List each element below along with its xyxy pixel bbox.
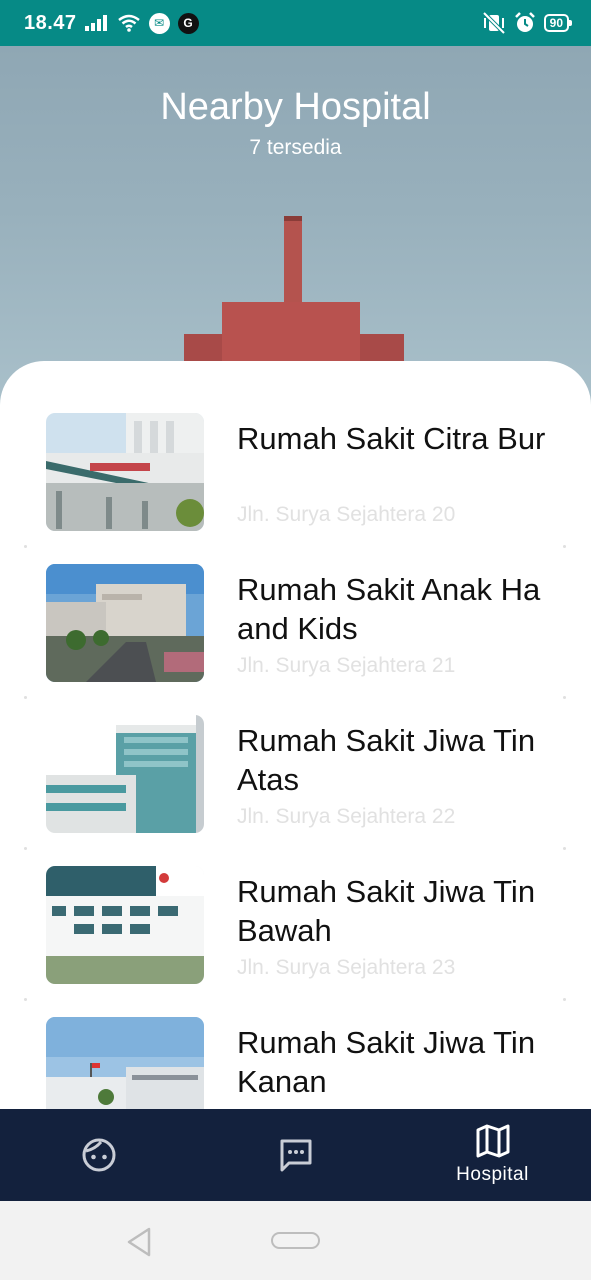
clock: 18.47 <box>24 11 77 34</box>
hospital-name: Rumah Sakit Jiwa Tin Kanan <box>237 1025 536 1099</box>
chimney-illustration <box>284 216 302 306</box>
hospital-list-item[interactable]: Rumah Sakit Jiwa Tin Kanan <box>0 1017 591 1121</box>
wifi-icon <box>117 14 140 32</box>
separator-dot <box>24 545 27 548</box>
available-count: 7 tersedia <box>249 136 342 159</box>
hospital-name: Rumah Sakit Anak Ha and Kids <box>237 572 541 646</box>
header-background: Nearby Hospital 7 tersedia <box>0 46 591 406</box>
face-icon <box>82 1138 115 1172</box>
separator-dot <box>563 998 566 1001</box>
nav-item-profile[interactable] <box>0 1109 197 1201</box>
nav-label-hospital: Hospital <box>456 1164 529 1185</box>
signal-icon <box>84 15 107 31</box>
hospital-thumbnail <box>46 715 204 833</box>
hospital-list-item[interactable]: Rumah Sakit Citra Bur Jln. Surya Sejahte… <box>0 413 591 564</box>
alarm-icon <box>514 12 535 32</box>
back-icon[interactable] <box>126 1227 152 1257</box>
hospital-name: Rumah Sakit Jiwa Tin Atas <box>237 723 536 797</box>
hospital-thumbnail <box>46 866 204 984</box>
bottom-navigation: Hospital <box>0 1109 591 1201</box>
hospital-address: Jln. Surya Sejahtera 23 <box>237 956 456 979</box>
separator-dot <box>24 847 27 850</box>
hospital-thumbnail <box>46 1017 204 1121</box>
hospital-list: Rumah Sakit Citra Bur Jln. Surya Sejahte… <box>0 413 591 1121</box>
separator-dot <box>563 545 566 548</box>
hospital-list-item[interactable]: Rumah Sakit Jiwa Tin Atas Jln. Surya Sej… <box>0 715 591 866</box>
hospital-thumbnail <box>46 564 204 682</box>
hospital-address: Jln. Surya Sejahtera 21 <box>237 654 456 677</box>
map-icon <box>476 1124 509 1158</box>
chat-icon <box>280 1139 311 1172</box>
separator-dot <box>563 696 566 699</box>
hospital-thumbnail <box>46 413 204 531</box>
status-left: 18.47 ✉ G <box>24 12 199 35</box>
hospital-address: Jln. Surya Sejahtera 20 <box>237 503 456 526</box>
home-button[interactable] <box>271 1232 320 1249</box>
separator-dot <box>24 696 27 699</box>
status-right: 90 <box>482 12 573 34</box>
battery-indicator: 90 <box>543 14 573 32</box>
hospital-address: Jln. Surya Sejahtera 22 <box>237 805 456 828</box>
system-navigation-bar <box>0 1201 591 1280</box>
status-bar: 18.47 ✉ G 90 <box>0 0 591 46</box>
page-title: Nearby Hospital <box>160 86 431 128</box>
google-icon: G <box>177 12 199 34</box>
separator-dot <box>563 847 566 850</box>
hospital-name: Rumah Sakit Jiwa Tin Bawah <box>237 874 536 948</box>
messenger-icon: ✉ <box>148 12 170 34</box>
nav-item-hospital[interactable]: Hospital <box>394 1109 591 1201</box>
hospital-name: Rumah Sakit Citra Bur <box>237 421 546 456</box>
nav-item-chat[interactable] <box>197 1109 394 1201</box>
hospital-list-item[interactable]: Rumah Sakit Jiwa Tin Bawah Jln. Surya Se… <box>0 866 591 1017</box>
hospital-list-item[interactable]: Rumah Sakit Anak Ha and Kids Jln. Surya … <box>0 564 591 715</box>
hospital-list-card: Rumah Sakit Citra Bur Jln. Surya Sejahte… <box>0 361 591 1121</box>
separator-dot <box>24 998 27 1001</box>
vibrate-muted-icon <box>482 12 506 34</box>
